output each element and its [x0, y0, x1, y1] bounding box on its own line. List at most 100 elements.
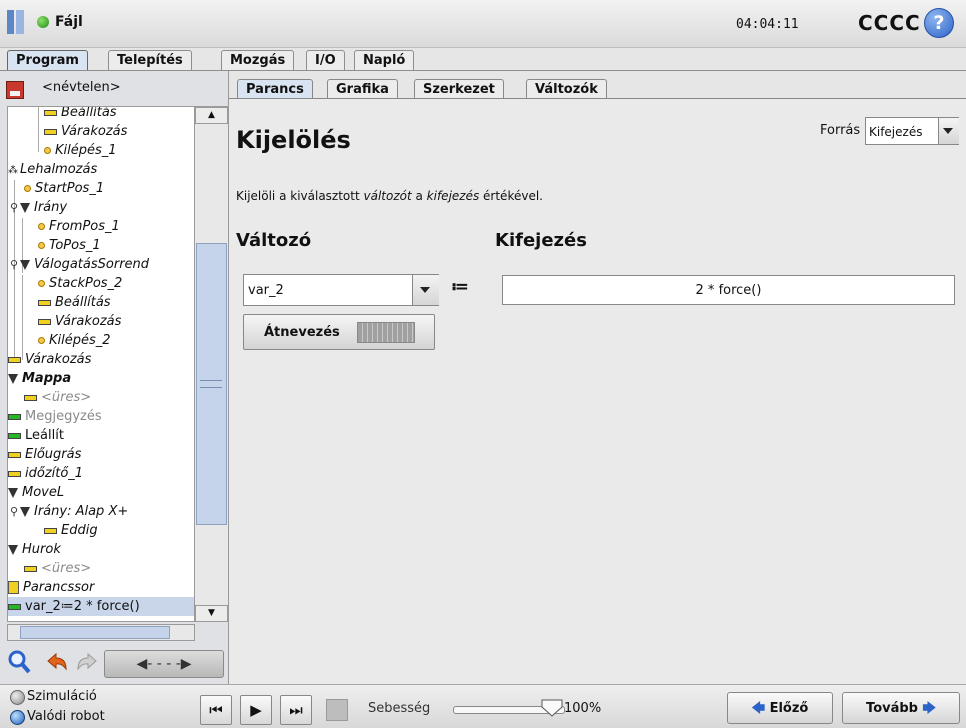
waypoint-icon	[38, 337, 45, 344]
step-button[interactable]: ⏭	[280, 695, 312, 725]
tab-move[interactable]: Mozgás	[221, 50, 295, 71]
slider-handle-icon[interactable]	[541, 698, 563, 718]
tree-item[interactable]: Eddig	[44, 521, 98, 540]
simulation-label: Szimuláció	[27, 689, 97, 704]
tree-item[interactable]: Várakozás	[8, 350, 91, 369]
tree-item[interactable]: ⚲ Irány: Alap X+	[10, 502, 128, 521]
real-robot-radio[interactable]	[10, 710, 25, 725]
source-label: Forrás	[820, 123, 861, 138]
help-icon[interactable]: ?	[924, 8, 954, 38]
next-button[interactable]: Tovább 🡆	[842, 692, 960, 724]
variable-select[interactable]: var_2	[243, 274, 439, 306]
line-icon	[8, 413, 21, 420]
rewind-button[interactable]: ⏮	[200, 695, 232, 725]
tab-program[interactable]: Program	[7, 50, 88, 71]
line-icon	[8, 432, 21, 439]
tree-item[interactable]: StartPos_1	[24, 179, 104, 198]
tree-item-selected[interactable]: var_2≔2 * force()	[8, 597, 194, 616]
tree-item[interactable]: Hurok	[8, 540, 61, 559]
tree-item[interactable]: Leállít	[8, 426, 64, 445]
line-icon	[8, 356, 21, 363]
tree-item[interactable]: <üres>	[24, 388, 91, 407]
expression-field[interactable]: 2 * force()	[502, 275, 955, 305]
waypoint-icon	[38, 242, 45, 249]
simulation-radio[interactable]	[10, 690, 25, 705]
folder-triangle-icon	[8, 544, 18, 555]
tree-item[interactable]: Várakozás	[38, 312, 121, 331]
tree-item[interactable]: ⁂ Lehalmozás	[8, 160, 97, 179]
line-icon	[8, 603, 21, 610]
tab-command[interactable]: Parancs	[237, 79, 313, 99]
program-tree: Beállítás Várakozás Kilépés_1 ⁂ Lehalmozá…	[7, 106, 195, 622]
tree-item[interactable]: időzítő_1	[8, 464, 83, 483]
tree-item[interactable]: <üres>	[24, 559, 91, 578]
search-icon[interactable]	[6, 649, 32, 675]
file-menu[interactable]: Fájl	[55, 14, 83, 30]
tree-item[interactable]: Kilépés_1	[44, 141, 117, 160]
line-icon	[8, 451, 21, 458]
tab-io[interactable]: I/O	[306, 50, 345, 71]
waypoint-icon	[38, 280, 45, 287]
branch-icon: ⚲	[10, 201, 19, 214]
chevron-down-icon	[420, 287, 430, 293]
tab-variables[interactable]: Változók	[526, 79, 607, 99]
tree-item[interactable]: Kilépés_2	[38, 331, 111, 350]
line-icon	[44, 527, 57, 534]
speed-label: Sebesség	[368, 701, 431, 716]
scroll-down-button[interactable]: ▼	[195, 605, 228, 622]
tab-log[interactable]: Napló	[354, 50, 415, 71]
tab-installation[interactable]: Telepítés	[108, 50, 192, 71]
waypoint-icon	[44, 147, 51, 154]
title-bar	[0, 0, 966, 48]
tree-item[interactable]: Mappa	[8, 369, 71, 388]
stop-button[interactable]	[326, 699, 348, 721]
tree-item[interactable]: ⚲ VálogatásSorrend	[10, 255, 149, 274]
tree-item[interactable]: Megjegyzés	[8, 407, 102, 426]
line-icon	[44, 128, 57, 135]
save-icon[interactable]	[6, 81, 24, 99]
tree-hscroll-thumb[interactable]	[20, 626, 170, 639]
folder-triangle-icon	[20, 506, 30, 517]
undo-icon[interactable]	[44, 649, 70, 675]
chevron-down-icon	[943, 128, 953, 134]
tree-item[interactable]: Beállítás	[44, 107, 117, 122]
scroll-grip-icon	[200, 380, 222, 388]
line-icon	[24, 394, 37, 401]
line-icon	[8, 470, 21, 477]
tab-graphics[interactable]: Grafika	[327, 79, 398, 99]
previous-button[interactable]: 🡄 Előző	[727, 692, 833, 724]
line-icon	[24, 565, 37, 572]
step-forward-icon: ⏭	[289, 701, 303, 719]
page-title: Kijelölés	[236, 126, 351, 154]
play-button[interactable]: ▶	[240, 695, 272, 725]
redo-icon[interactable]	[74, 649, 100, 675]
scroll-up-button[interactable]: ▲	[195, 107, 228, 124]
tab-structure[interactable]: Szerkezet	[414, 79, 504, 99]
arrow-right-icon: 🡆	[922, 701, 936, 716]
branch-icon: ⚲	[10, 505, 19, 518]
folder-triangle-icon	[8, 373, 18, 384]
branch-icon: ⚲	[10, 258, 19, 271]
previous-label: Előző	[769, 701, 809, 716]
tree-item[interactable]: ⚲ Irány	[10, 198, 67, 217]
tree-item[interactable]: Parancssor	[8, 578, 94, 597]
arrow-left-icon: 🡄	[751, 701, 766, 716]
expression-heading: Kifejezés	[495, 230, 587, 251]
double-arrow-icon: ◀- - - -▶	[136, 656, 192, 672]
tree-item[interactable]: Várakozás	[44, 122, 127, 141]
tree-item[interactable]: ToPos_1	[38, 236, 101, 255]
line-icon	[38, 318, 51, 325]
robot-name: CCCC	[858, 11, 921, 35]
move-node-button[interactable]: ◀- - - -▶	[104, 650, 224, 678]
keyboard-icon	[357, 322, 415, 343]
stack-icon: ⁂	[8, 165, 18, 176]
subtab-divider	[229, 98, 966, 99]
tree-item[interactable]: MoveL	[8, 483, 64, 502]
tree-item[interactable]: FromPos_1	[38, 217, 120, 236]
tree-item[interactable]: StackPos_2	[38, 274, 122, 293]
tree-item[interactable]: Előugrás	[8, 445, 81, 464]
rename-label: Átnevezés	[264, 325, 340, 340]
tree-item[interactable]: Beállítás	[38, 293, 111, 312]
folder-triangle-icon	[20, 202, 30, 213]
clock: 04:04:11	[736, 17, 799, 32]
